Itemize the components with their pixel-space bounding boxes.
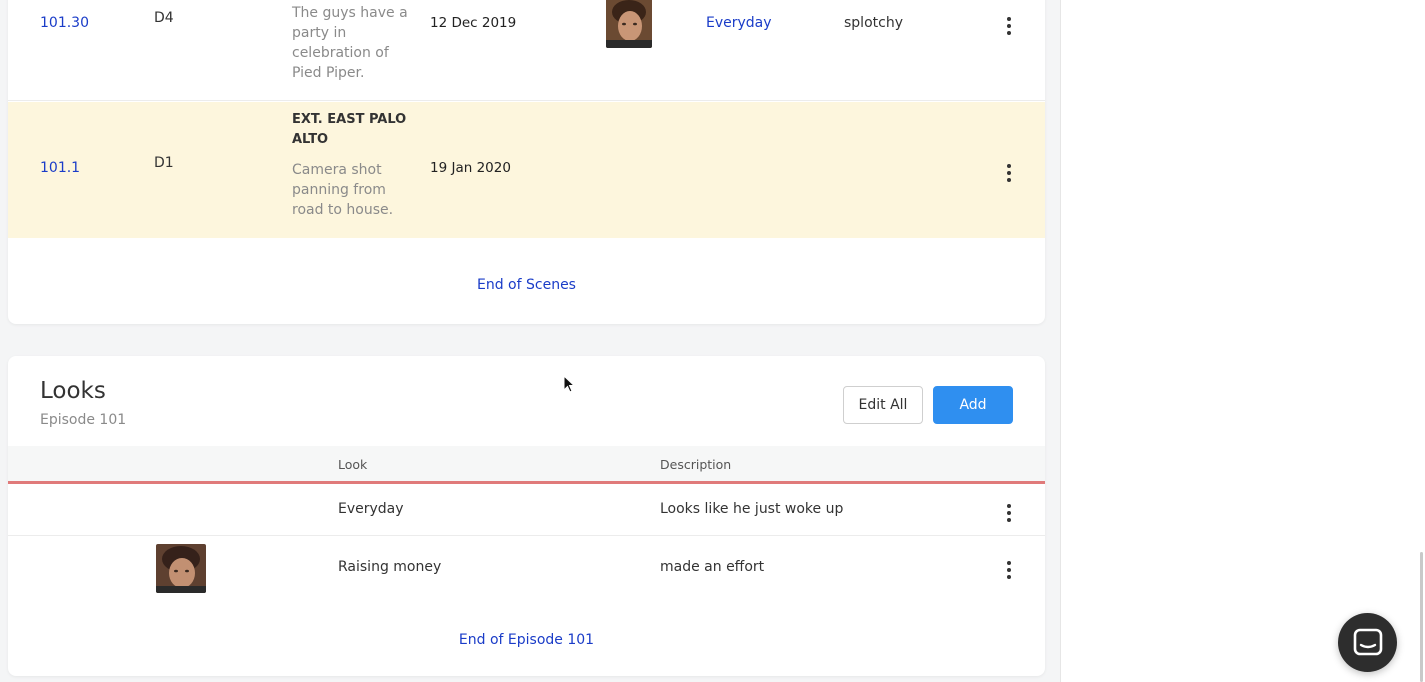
scene-number-link[interactable]: 101.30 <box>40 15 89 31</box>
character-photo <box>606 0 652 48</box>
end-of-scenes-link[interactable]: End of Scenes <box>8 277 1045 293</box>
scene-look-link[interactable]: Everyday <box>706 15 772 31</box>
scene-date: 12 Dec 2019 <box>430 15 517 31</box>
scene-note: splotchy <box>844 15 903 31</box>
scene-row-highlighted[interactable]: 101.1 D1 EXT. EAST PALO ALTO Camera shot… <box>8 102 1045 238</box>
look-row[interactable]: Everyday Looks like he just woke up <box>8 487 1045 536</box>
right-side-panel <box>1060 0 1425 682</box>
chat-bubble-icon[interactable] <box>1338 613 1397 672</box>
scrollbar[interactable] <box>1419 0 1425 682</box>
kebab-menu-icon[interactable] <box>999 14 1019 38</box>
scene-description: The guys have a party in celebration of … <box>292 5 408 81</box>
scene-number-link[interactable]: 101.1 <box>40 160 80 176</box>
kebab-menu-icon[interactable] <box>999 558 1019 582</box>
looks-table-header: Look Description <box>8 446 1045 484</box>
look-name: Everyday <box>338 501 404 517</box>
scene-text: EXT. EAST PALO ALTO Camera shot panning … <box>292 110 410 220</box>
section-title: Looks <box>40 378 106 404</box>
look-description: made an effort <box>660 559 765 575</box>
kebab-menu-icon[interactable] <box>999 501 1019 525</box>
add-look-button[interactable]: Add <box>933 386 1013 424</box>
scene-day: D1 <box>154 155 174 171</box>
scene-heading: EXT. EAST PALO ALTO <box>292 112 407 147</box>
look-name: Raising money <box>338 559 442 575</box>
section-subtitle: Episode 101 <box>40 412 127 428</box>
scenes-card: 101.30 D4 The guys have a party in celeb… <box>8 0 1045 324</box>
scene-description: Camera shot panning from road to house. <box>292 162 394 218</box>
column-header-look[interactable]: Look <box>338 457 367 472</box>
scrollbar-thumb[interactable] <box>1420 552 1423 682</box>
look-photo <box>156 544 206 593</box>
scene-date: 19 Jan 2020 <box>430 160 511 176</box>
kebab-menu-icon[interactable] <box>999 161 1019 185</box>
column-header-description[interactable]: Description <box>660 457 731 472</box>
edit-all-button[interactable]: Edit All <box>843 386 923 424</box>
look-row[interactable]: Raising money made an effort <box>8 536 1045 602</box>
look-description: Looks like he just woke up <box>660 501 844 517</box>
scene-row[interactable]: 101.30 D4 The guys have a party in celeb… <box>8 0 1045 101</box>
main-content: 101.30 D4 The guys have a party in celeb… <box>0 0 1060 682</box>
scene-day: D4 <box>154 10 174 26</box>
looks-card: Looks Episode 101 Edit All Add Look Desc… <box>8 356 1045 676</box>
end-of-episode-link[interactable]: End of Episode 101 <box>8 632 1045 648</box>
